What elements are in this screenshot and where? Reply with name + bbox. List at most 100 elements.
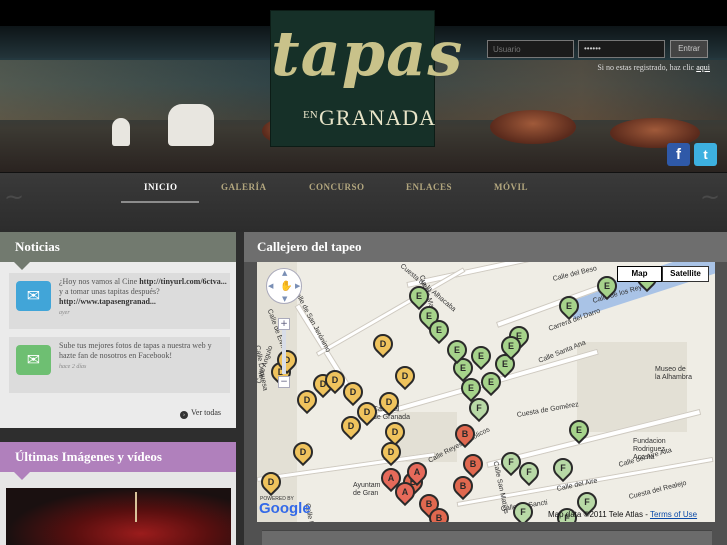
- map-marker-letter: F: [560, 463, 566, 473]
- map-header: Callejero del tapeo: [244, 232, 727, 262]
- map-marker-letter: E: [453, 345, 460, 355]
- login-button[interactable]: Entrar: [670, 40, 708, 58]
- map-marker[interactable]: B: [458, 449, 488, 479]
- map-marker-letter: E: [415, 291, 422, 301]
- news-text: ¿Hoy nos vamos al Cine http://tinyurl.co…: [59, 277, 227, 318]
- street-label: Calle del Beso: [552, 265, 598, 283]
- arrow-right-icon: ›: [180, 411, 188, 419]
- header-notch: [14, 472, 30, 480]
- news-header: Noticias: [0, 232, 236, 262]
- map-marker-letter: A: [401, 487, 409, 497]
- map-marker-letter: E: [477, 351, 484, 361]
- site-logo[interactable]: tapas EN GRANADA: [270, 10, 464, 147]
- map-marker-letter: F: [520, 507, 526, 517]
- poi-museo-alhambra: Museo de la Alhambra: [655, 366, 692, 381]
- nav-enlaces[interactable]: ENLACES: [406, 182, 452, 192]
- password-input[interactable]: ••••••: [578, 40, 665, 58]
- skewer: [135, 492, 137, 522]
- terms-link[interactable]: Terms of Use: [650, 510, 697, 519]
- news-time: hace 2 días: [59, 364, 87, 370]
- map-marker-letter: F: [476, 403, 482, 413]
- news-body: Sube tus mejores fotos de tapas a nuestr…: [59, 341, 212, 360]
- register-link[interactable]: aqui: [696, 63, 710, 72]
- hand-icon: ✋: [280, 281, 293, 292]
- map-marker-letter: E: [507, 341, 514, 351]
- map-marker-letter: E: [487, 377, 494, 387]
- map-marker-letter: B: [469, 459, 477, 469]
- map-marker-letter: B: [461, 429, 469, 439]
- map-marker-letter: D: [391, 427, 399, 437]
- news-item[interactable]: ✉ ¿Hoy nos vamos al Cine http://tinyurl.…: [9, 273, 230, 329]
- map-marker-letter: D: [385, 397, 393, 407]
- news-time: ayer: [59, 310, 70, 316]
- twitter-bird-icon: ✉: [16, 345, 51, 375]
- map-marker-letter: D: [363, 407, 371, 417]
- twitter-icon[interactable]: t: [694, 143, 717, 166]
- header-notch: [14, 262, 30, 270]
- facebook-icon[interactable]: f: [667, 143, 690, 166]
- map-marker-letter: E: [565, 301, 572, 311]
- zoom-out-button[interactable]: −: [278, 376, 290, 388]
- map-marker[interactable]: F: [548, 453, 578, 483]
- news-body-2: y a tomar unas tapitas después?: [59, 287, 160, 296]
- register-note: Si no estas registrado, haz clic aqui: [540, 63, 710, 72]
- street-label: Cuesta de Gomérez: [516, 401, 580, 419]
- map-marker[interactable]: D: [368, 329, 398, 359]
- map-marker-letter: F: [584, 497, 590, 507]
- tapa-photo[interactable]: [6, 488, 231, 545]
- map-marker-letter: D: [379, 339, 387, 349]
- map-marker[interactable]: D: [390, 361, 420, 391]
- logo-connector: EN: [303, 109, 318, 121]
- main-nav: ~ ~ INICIO GALERÍA CONCURSO ENLACES MÓVI…: [0, 172, 727, 232]
- twitter-bird-icon: ✉: [16, 281, 51, 311]
- nav-active-indicator: [121, 201, 199, 203]
- map-pan-control[interactable]: ▲ ▼ ◀ ▶ ✋: [266, 268, 302, 304]
- map-bottom-panel: [262, 530, 712, 545]
- attribution-text: Map data ©2011 Tele Atlas -: [548, 510, 648, 519]
- see-all-news-link[interactable]: › Ver todas: [180, 408, 221, 419]
- map-type-satellite[interactable]: Satellite: [662, 266, 709, 282]
- map-marker-letter: B: [459, 481, 467, 491]
- news-text: Sube tus mejores fotos de tapas a nuestr…: [59, 341, 227, 372]
- nav-concurso[interactable]: CONCURSO: [309, 182, 365, 192]
- map-marker-letter: E: [435, 325, 442, 335]
- news-link-2[interactable]: http://www.tapasengranad...: [59, 297, 156, 306]
- map-marker-letter: F: [526, 467, 532, 477]
- see-all-label: Ver todas: [191, 408, 221, 417]
- logo-wordmark: tapas: [271, 17, 464, 90]
- street-label: Cuesta del Realejo: [628, 479, 688, 501]
- news-item[interactable]: ✉ Sube tus mejores fotos de tapas a nues…: [9, 337, 230, 393]
- map-attribution: Map data ©2011 Tele Atlas - Terms of Use: [548, 510, 697, 519]
- pan: [490, 110, 576, 144]
- map-marker-letter: D: [349, 387, 357, 397]
- map-marker-letter: E: [575, 425, 582, 435]
- map-marker-letter: D: [401, 371, 409, 381]
- ornament-icon: ~: [4, 183, 25, 211]
- map-marker-letter: D: [299, 447, 307, 457]
- street-map[interactable]: Calle de San Jerónimo Calle Reyes Católi…: [257, 262, 715, 522]
- chef-figure: [168, 104, 214, 146]
- username-input[interactable]: [487, 40, 574, 58]
- map-marker-letter: B: [435, 513, 443, 522]
- nav-inicio[interactable]: INICIO: [144, 182, 178, 192]
- logo-city: GRANADA: [319, 105, 436, 130]
- nav-galeria[interactable]: GALERÍA: [221, 182, 267, 192]
- poi-fundacion: Fundacion Rodriguez Acosta: [633, 438, 666, 461]
- nav-movil[interactable]: MÓVIL: [494, 182, 528, 192]
- map-marker-letter: D: [387, 447, 395, 457]
- map-marker-letter: E: [603, 281, 610, 291]
- map-marker-letter: D: [267, 477, 275, 487]
- google-logo[interactable]: Google: [259, 500, 311, 517]
- register-text: Si no estas registrado, haz clic: [597, 63, 695, 72]
- news-panel: ✉ ¿Hoy nos vamos al Cine http://tinyurl.…: [0, 262, 236, 428]
- map-marker-letter: D: [303, 395, 311, 405]
- news-body: ¿Hoy nos vamos al Cine: [59, 277, 138, 286]
- media-panel: [0, 472, 236, 545]
- zoom-slider[interactable]: [282, 330, 286, 374]
- page: tapas EN GRANADA •••••• Entrar Si no est…: [0, 0, 727, 545]
- map-type-map[interactable]: Map: [617, 266, 662, 282]
- map-marker-letter: A: [413, 467, 421, 477]
- zoom-in-button[interactable]: +: [278, 318, 290, 330]
- news-link[interactable]: http://tinyurl.com/6ctva...: [139, 277, 227, 286]
- poi-ayuntamiento: Ayuntam de Gran: [353, 482, 381, 497]
